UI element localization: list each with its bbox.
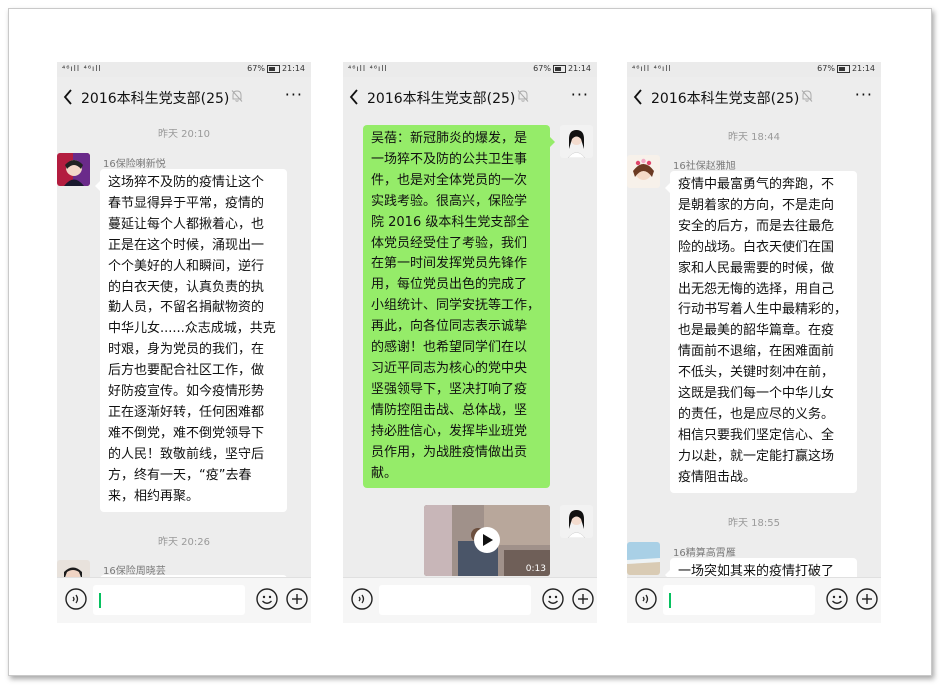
- input-bar: [343, 577, 597, 623]
- signal-indicator: ⁴⁶ıll ⁴⁶ıll: [62, 64, 102, 73]
- status-time: 21:14: [851, 64, 875, 73]
- voice-input-icon[interactable]: [65, 588, 87, 610]
- more-options-button[interactable]: ···: [855, 85, 873, 104]
- message-bubble[interactable]: 一场突如其来的疫情打破了: [665, 558, 857, 578]
- voice-input-icon[interactable]: [635, 588, 657, 610]
- chat-header: 2016本科生党支部(25) ···: [57, 77, 311, 117]
- avatar[interactable]: [627, 155, 660, 188]
- battery-icon: [552, 64, 566, 73]
- signal-indicator: ⁴⁶ıll ⁴⁶ıll: [632, 64, 672, 73]
- status-right: 67% 21:14: [247, 64, 305, 73]
- avatar[interactable]: [57, 560, 90, 578]
- avatar[interactable]: [560, 505, 593, 538]
- phone-screen-3: ⁴⁶ıll ⁴⁶ıll 67% 21:14 2016本科生党支部(25) ··· …: [627, 62, 881, 623]
- status-time: 21:14: [281, 64, 305, 73]
- sender-name: 16精算高霄雁: [673, 548, 736, 559]
- more-options-button[interactable]: ···: [285, 85, 303, 104]
- phone-screen-1: ⁴⁶ıll ⁴⁶ıll 67% 21:14 2016本科生党支部(25) ··· …: [57, 62, 311, 623]
- back-arrow-icon[interactable]: [631, 87, 645, 107]
- plus-icon[interactable]: [286, 588, 308, 610]
- status-time: 21:14: [567, 64, 591, 73]
- phone-screen-2: ⁴⁶ıll ⁴⁶ıll 67% 21:14 2016本科生党支部(25) ··· …: [343, 62, 597, 623]
- avatar[interactable]: [627, 542, 660, 575]
- mute-bell-icon: [231, 90, 243, 102]
- message-bubble[interactable]: 这场猝不及防的疫情让这个 春节显得异于平常，疫情的 蔓延让每个人都揪着心，也 正…: [95, 169, 287, 512]
- chat-title: 2016本科生党支部(25): [81, 91, 230, 107]
- video-duration: 0:13: [525, 564, 546, 574]
- sender-name: 16社保赵雅旭: [673, 161, 736, 172]
- avatar[interactable]: [560, 125, 593, 158]
- status-right: 67% 21:14: [817, 64, 875, 73]
- timestamp: 昨天 20:10: [158, 129, 210, 140]
- more-options-button[interactable]: ···: [571, 85, 589, 104]
- back-arrow-icon[interactable]: [61, 87, 75, 107]
- battery-icon: [266, 64, 280, 73]
- mute-bell-icon: [517, 90, 529, 102]
- video-message[interactable]: 0:13: [424, 505, 550, 576]
- sender-name: 16保险喇新悦: [103, 159, 166, 170]
- chat-title: 2016本科生党支部(25): [367, 91, 516, 107]
- battery-icon: [836, 64, 850, 73]
- timestamp: 昨天 18:55: [728, 518, 780, 529]
- input-bar: [57, 577, 311, 623]
- mute-bell-icon: [801, 90, 813, 102]
- back-arrow-icon[interactable]: [347, 87, 361, 107]
- status-bar: ⁴⁶ıll ⁴⁶ıll 67% 21:14: [57, 62, 311, 77]
- battery-percent: 67%: [817, 64, 835, 73]
- text-caret: [99, 593, 101, 608]
- status-right: 67% 21:14: [533, 64, 591, 73]
- chat-header: 2016本科生党支部(25) ···: [343, 77, 597, 117]
- status-bar: ⁴⁶ıll ⁴⁶ıll 67% 21:14: [343, 62, 597, 77]
- battery-percent: 67%: [247, 64, 265, 73]
- text-caret: [669, 593, 671, 608]
- timestamp: 昨天 20:26: [158, 537, 210, 548]
- message-input[interactable]: [93, 585, 245, 615]
- chat-header: 2016本科生党支部(25) ···: [627, 77, 881, 117]
- voice-input-icon[interactable]: [351, 588, 373, 610]
- message-list: 吴蓓：新冠肺炎的爆发，是 一场猝不及防的公共卫生事 件，也是对全体党员的一次 实…: [343, 117, 597, 578]
- message-list: 昨天 18:44 16社保赵雅旭 疫情中最富勇气的奔跑，不 是朝着家的方向，不是…: [627, 117, 881, 578]
- signal-indicator: ⁴⁶ıll ⁴⁶ıll: [348, 64, 388, 73]
- emoji-icon[interactable]: [256, 588, 278, 610]
- battery-percent: 67%: [533, 64, 551, 73]
- avatar[interactable]: [57, 153, 90, 186]
- message-bubble[interactable]: 吴蓓：新冠肺炎的爆发，是 一场猝不及防的公共卫生事 件，也是对全体党员的一次 实…: [363, 125, 555, 489]
- plus-icon[interactable]: [856, 588, 878, 610]
- input-bar: [627, 577, 881, 623]
- plus-icon[interactable]: [572, 588, 594, 610]
- message-input[interactable]: [379, 585, 531, 615]
- message-input[interactable]: [663, 585, 815, 615]
- emoji-icon[interactable]: [826, 588, 848, 610]
- chat-title: 2016本科生党支部(25): [651, 91, 800, 107]
- status-bar: ⁴⁶ıll ⁴⁶ıll 67% 21:14: [627, 62, 881, 77]
- message-bubble[interactable]: 疫情中最富勇气的奔跑，不 是朝着家的方向，不是走向 安全的后方，而是去往最危 险…: [665, 171, 857, 493]
- timestamp: 昨天 18:44: [728, 132, 780, 143]
- emoji-icon[interactable]: [542, 588, 564, 610]
- message-list: 昨天 20:10 16保险喇新悦 这场猝不及防的疫情让这个 春节显得异于平常，疫…: [57, 117, 311, 578]
